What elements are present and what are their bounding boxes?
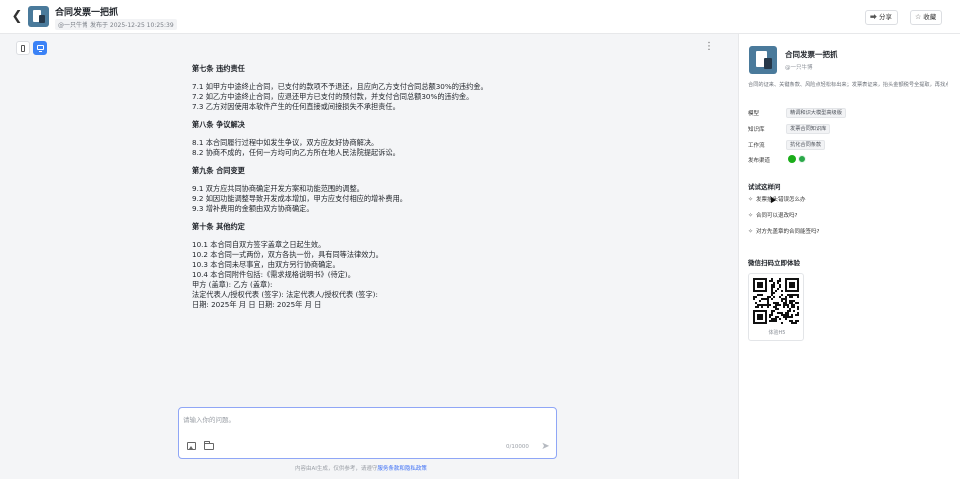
document-line: 日期: 2025年 月 日 日期: 2025年 月 日 bbox=[192, 300, 322, 309]
meta-tag: 精调和识大模型高级版 bbox=[786, 108, 846, 118]
more-options-icon[interactable]: ⋮ bbox=[704, 42, 714, 54]
app-description: 合同的证来、关键条款、风险点轻松标出来；发票表证来，抬头金额税号全提取，再找点一… bbox=[748, 82, 948, 88]
qr-caption: 体验H5 bbox=[768, 330, 786, 336]
favorite-button[interactable]: ☆ 收藏 bbox=[910, 10, 943, 25]
terms-link[interactable]: 服务条款和隐私政策 bbox=[377, 466, 427, 472]
section-title: 第八条 争议解决 bbox=[192, 120, 245, 129]
desktop-view-toggle[interactable] bbox=[33, 41, 47, 55]
app-info-panel: 合同发票一把抓 @一只牛博 合同的证来、关键条款、风险点轻松标出来；发票表证来，… bbox=[738, 34, 960, 479]
document-line: 7.1 如甲方中途终止合同，已支付的款项不予退还，且应向乙方支付合同总额30%的… bbox=[192, 82, 488, 91]
send-icon[interactable]: ➤ bbox=[540, 441, 551, 452]
document-line: 8.2 协商不成的，任何一方均可向乙方所在地人民法院提起诉讼。 bbox=[192, 148, 400, 157]
folder-icon[interactable] bbox=[204, 441, 214, 450]
mobile-view-toggle[interactable] bbox=[16, 41, 30, 55]
document-line: 10.3 本合同未尽事宜，由双方另行协商确定。 bbox=[192, 260, 340, 269]
wechat-icon bbox=[788, 155, 796, 163]
suggested-question[interactable]: ✧ 发票抬头错误怎么办 bbox=[748, 195, 806, 205]
meta-label: 发布渠道 bbox=[748, 158, 771, 164]
document-line: 7.3 乙方对因使用本软件产生的任何直接或间接损失不承担责任。 bbox=[192, 102, 400, 111]
suggested-question[interactable]: ✧ 合同可以退改吗? bbox=[748, 211, 797, 221]
favorite-label: 收藏 bbox=[923, 13, 937, 21]
chat-input-box: 0/10000 ➤ bbox=[178, 407, 557, 459]
meta-tag: 发票合同知识库 bbox=[786, 124, 831, 134]
section-title: 第七条 违约责任 bbox=[192, 64, 245, 73]
section-title: 第十条 其他约定 bbox=[192, 222, 245, 231]
publish-date-badge: 发布于 2025-12-25 10:25:39 bbox=[87, 19, 177, 30]
image-upload-icon[interactable] bbox=[187, 442, 196, 450]
meta-label: 工作流 bbox=[748, 143, 765, 149]
contract-document: 第七条 违约责任 7.1 如甲方中途终止合同，已支付的款项不予退还，且应向乙方支… bbox=[192, 64, 672, 318]
monitor-icon bbox=[37, 45, 44, 52]
document-section: 第十条 其他约定 10.1 本合同自双方签字盖章之日起生效。 10.2 本合同一… bbox=[192, 222, 672, 310]
panel-app-title: 合同发票一把抓 bbox=[785, 50, 838, 59]
document-section: 第九条 合同变更 9.1 双方应共同协商确定开发方案和功能范围的调整。 9.2 … bbox=[192, 166, 672, 214]
suggested-question-label: 对方先盖章的合同能签吗? bbox=[756, 229, 820, 235]
panel-author: @一只牛博 bbox=[785, 65, 813, 71]
meta-label: 模型 bbox=[748, 111, 760, 117]
star-icon: ☆ bbox=[915, 13, 922, 21]
document-line: 9.2 如因功能调整导致开发成本增加，甲方应支付相应的增补费用。 bbox=[192, 194, 407, 203]
qr-code-icon bbox=[753, 278, 799, 324]
section-title: 第九条 合同变更 bbox=[192, 166, 245, 175]
document-line: 法定代表人/授权代表 (签字): 法定代表人/授权代表 (签字): bbox=[192, 290, 378, 299]
sparkle-icon: ✧ bbox=[748, 212, 754, 219]
suggested-question[interactable]: ✧ 对方先盖章的合同能签吗? bbox=[748, 227, 819, 237]
document-line: 甲方 (盖章): 乙方 (盖章): bbox=[192, 280, 273, 289]
meta-label: 知识库 bbox=[748, 127, 765, 133]
share-button[interactable]: ⮕ 分享 bbox=[865, 10, 898, 25]
document-line: 8.1 本合同履行过程中如发生争议，双方应友好协商解决。 bbox=[192, 138, 379, 147]
try-asking-title: 试试这样问 bbox=[748, 183, 781, 191]
suggested-question-label: 合同可以退改吗? bbox=[756, 213, 798, 219]
channel-icon bbox=[798, 155, 806, 163]
document-line: 10.4 本合同附件包括:《需求规格说明书》(待定)。 bbox=[192, 270, 355, 279]
document-line: 9.1 双方应共同协商确定开发方案和功能范围的调整。 bbox=[192, 184, 364, 193]
share-label: 分享 bbox=[879, 13, 892, 21]
top-header: ❮ 合同发票一把抓 @一只牛博 发布于 2025-12-25 10:25:39 … bbox=[0, 0, 960, 34]
document-section: 第七条 违约责任 7.1 如甲方中途终止合同，已支付的款项不予退还，且应向乙方支… bbox=[192, 64, 672, 112]
back-arrow-icon[interactable]: ❮ bbox=[10, 9, 24, 25]
document-line: 7.2 如乙方中途终止合同，应退还甲方已支付的预付款，并支付合同总额30%的违约… bbox=[192, 92, 474, 101]
app-author-badge: @一只牛博 bbox=[55, 19, 92, 30]
sparkle-icon: ✧ bbox=[748, 196, 754, 203]
meta-tag: 抗化合同条款 bbox=[786, 140, 826, 150]
question-input[interactable] bbox=[183, 413, 543, 427]
disclaimer-text: 内容由AI生成，仅供参考，请遵守 bbox=[295, 466, 378, 472]
ai-disclaimer: 内容由AI生成，仅供参考，请遵守服务条款和隐私政策 bbox=[295, 464, 427, 472]
sparkle-icon: ✧ bbox=[748, 228, 754, 235]
document-section: 第八条 争议解决 8.1 本合同履行过程中如发生争议，双方应友好协商解决。 8.… bbox=[192, 120, 672, 158]
app-title: 合同发票一把抓 bbox=[55, 8, 119, 18]
app-logo-large bbox=[749, 46, 777, 74]
qr-card: 体验H5 bbox=[748, 273, 804, 341]
suggested-question-label: 发票抬头错误怎么办 bbox=[756, 197, 806, 203]
document-line: 10.1 本合同自双方签字盖章之日起生效。 bbox=[192, 240, 326, 249]
share-icon: ⮕ bbox=[870, 13, 877, 21]
app-logo bbox=[28, 6, 49, 27]
char-counter: 0/10000 bbox=[506, 444, 529, 450]
qr-title: 微信扫码立即体验 bbox=[748, 259, 800, 267]
document-line: 10.2 本合同一式两份，双方各执一份，具有同等法律效力。 bbox=[192, 250, 383, 259]
phone-icon bbox=[21, 45, 25, 52]
document-line: 9.3 增补费用的金额由双方协商确定。 bbox=[192, 204, 314, 213]
